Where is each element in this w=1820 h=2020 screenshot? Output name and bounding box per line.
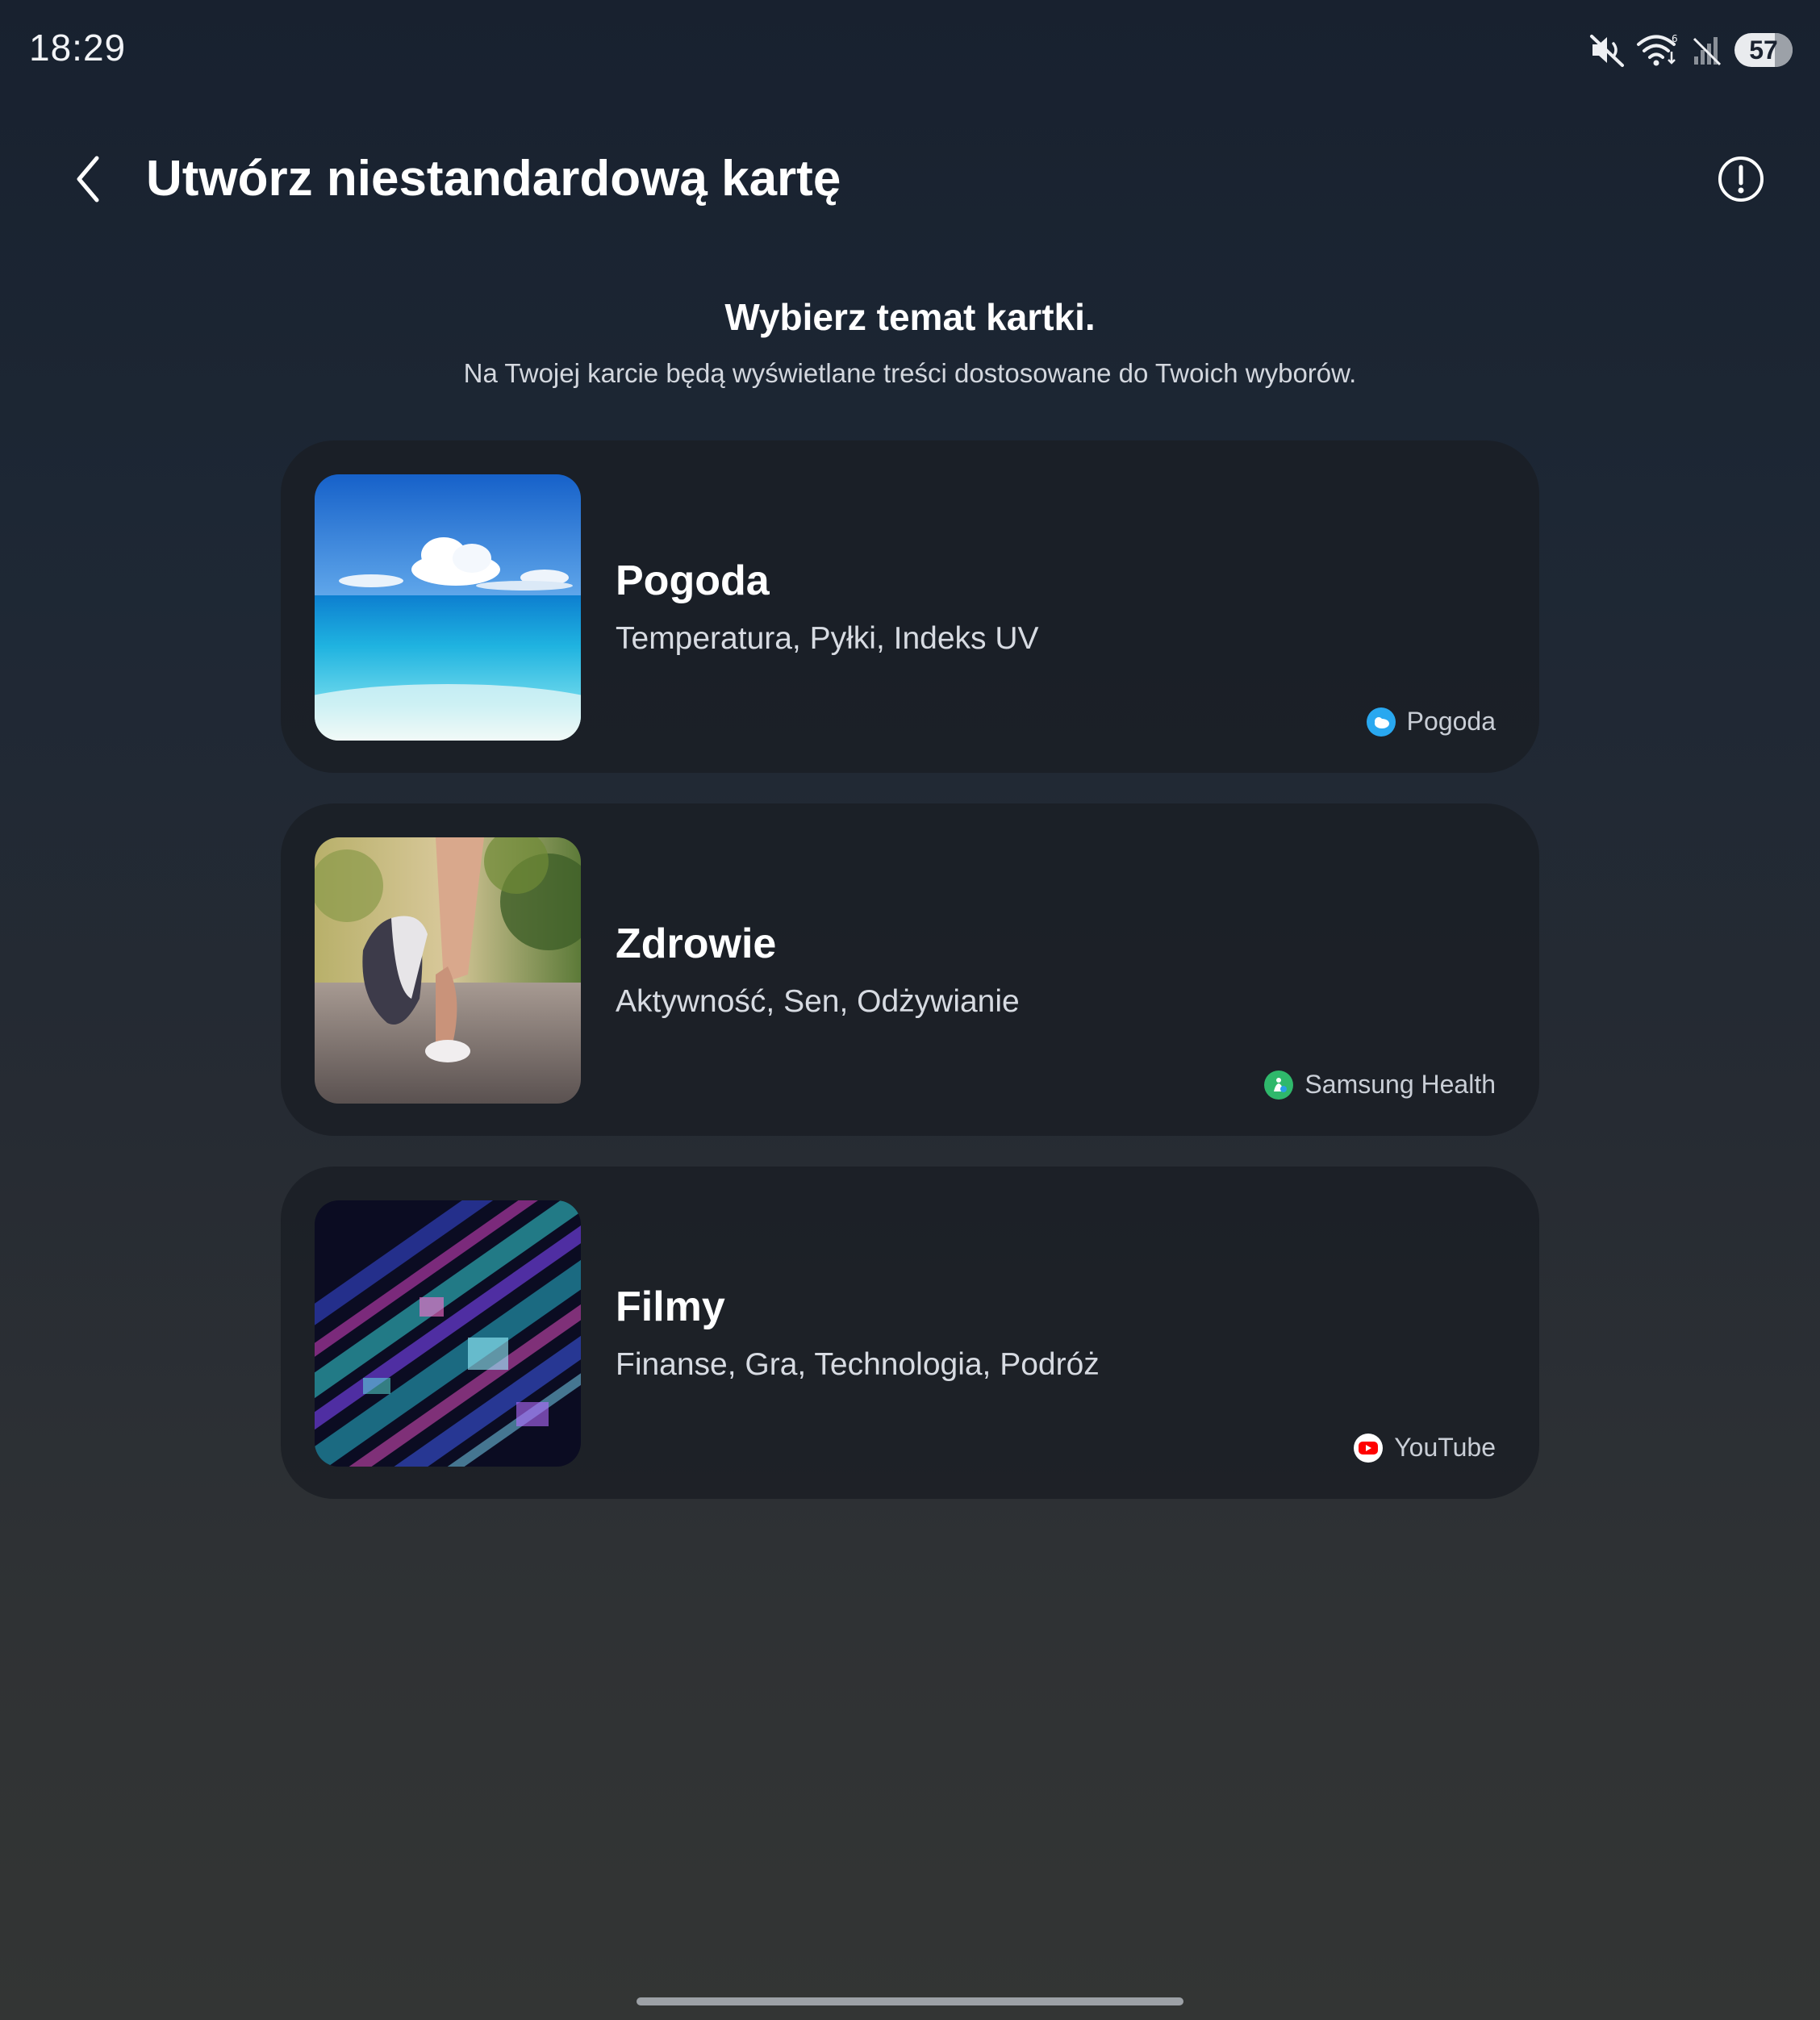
- card-source: Pogoda: [1366, 707, 1496, 737]
- page-title: Utwórz niestandardową kartę: [146, 151, 841, 207]
- samsung-health-icon: [1264, 1070, 1294, 1100]
- chevron-left-icon: [77, 156, 99, 202]
- card-source-label: YouTube: [1394, 1433, 1496, 1462]
- info-button[interactable]: [1710, 148, 1772, 210]
- svg-text:6: 6: [1672, 33, 1678, 44]
- running-legs-photo: [315, 837, 581, 1104]
- status-icons: 6 57: [1589, 29, 1793, 71]
- card-source-label: Samsung Health: [1304, 1070, 1496, 1099]
- home-indicator[interactable]: [637, 1997, 1183, 2005]
- card-source-label: Pogoda: [1406, 707, 1496, 736]
- topic-card-weather[interactable]: Pogoda Temperatura, Pyłki, Indeks UV Pog…: [281, 440, 1539, 773]
- battery-icon: 57: [1734, 33, 1793, 67]
- info-circle-icon: [1718, 157, 1764, 202]
- section-title: Wybierz temat kartki.: [724, 296, 1096, 338]
- topic-card-movies[interactable]: Filmy Finanse, Gra, Technologia, Podróż …: [281, 1167, 1539, 1499]
- no-signal-icon: [1691, 32, 1723, 68]
- app-header: Utwórz niestandardową kartę: [0, 129, 1820, 229]
- youtube-icon: [1354, 1433, 1384, 1463]
- card-description: Finanse, Gra, Technologia, Podróż: [616, 1347, 1100, 1382]
- card-title: Zdrowie: [616, 920, 777, 967]
- status-time: 18:29: [29, 27, 127, 69]
- abstract-digital-photo: [315, 1200, 581, 1467]
- mute-icon: [1589, 32, 1625, 68]
- wifi-icon: 6: [1636, 32, 1680, 68]
- weather-app-icon: [1366, 707, 1396, 737]
- topic-card-health[interactable]: Zdrowie Aktywność, Sen, Odżywianie Samsu…: [281, 803, 1539, 1136]
- card-source: YouTube: [1354, 1433, 1496, 1463]
- card-description: Aktywność, Sen, Odżywianie: [616, 984, 1020, 1019]
- status-bar: 18:29 6 57: [0, 0, 1820, 100]
- card-description: Temperatura, Pyłki, Indeks UV: [616, 621, 1039, 656]
- card-title: Filmy: [616, 1283, 725, 1330]
- card-source: Samsung Health: [1264, 1070, 1496, 1100]
- back-button[interactable]: [56, 147, 121, 211]
- battery-level: 57: [1749, 35, 1778, 65]
- section-subtitle: Na Twojej karcie będą wyświetlane treści…: [463, 358, 1357, 388]
- sea-and-sky-photo: [315, 474, 581, 741]
- card-title: Pogoda: [616, 557, 770, 604]
